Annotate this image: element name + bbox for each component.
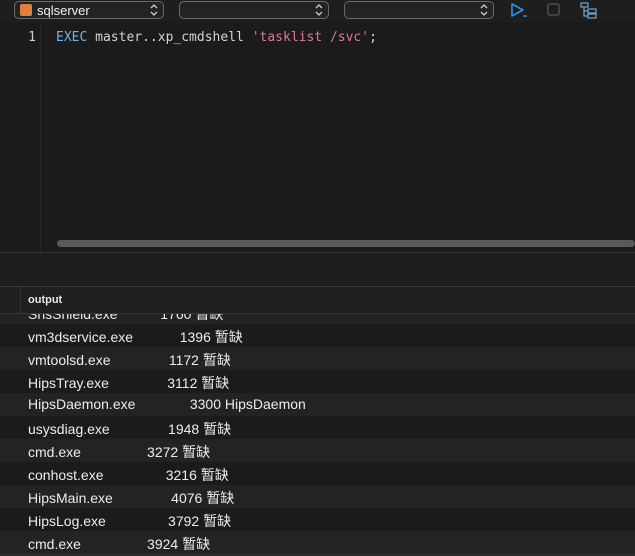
sql-terminator: ; bbox=[369, 30, 377, 45]
results-rows: SnsShield.exe 1760 暂缺 vm3dservice.exe 139… bbox=[0, 314, 635, 554]
output-cell: HipsLog.exe 3792 暂缺 bbox=[28, 513, 232, 529]
output-cell: vm3dservice.exe 1396 暂缺 bbox=[28, 329, 243, 345]
output-cell: conhost.exe 3216 暂缺 bbox=[28, 467, 229, 483]
table-row[interactable]: usysdiag.exe 1948 暂缺 bbox=[0, 416, 635, 439]
table-row[interactable]: HipsDaemon.exe 3300 HipsDaemon bbox=[0, 393, 635, 416]
line-number: 1 bbox=[28, 30, 36, 45]
chevron-updown-icon bbox=[150, 4, 158, 16]
stop-icon[interactable] bbox=[544, 1, 564, 19]
line-gutter: 1 bbox=[0, 22, 41, 252]
table-row[interactable]: vm3dservice.exe 1396 暂缺 bbox=[0, 324, 635, 347]
horizontal-scrollbar[interactable] bbox=[57, 240, 635, 247]
output-cell: HipsMain.exe 4076 暂缺 bbox=[28, 490, 235, 506]
table-row[interactable]: conhost.exe 3216 暂缺 bbox=[0, 462, 635, 485]
toolbar: sqlserver bbox=[0, 0, 635, 22]
output-cell: vmtoolsd.exe 1172 暂缺 bbox=[28, 352, 231, 368]
output-cell: cmd.exe 3924 暂缺 bbox=[28, 536, 211, 552]
run-icon[interactable] bbox=[508, 1, 528, 19]
sql-keyword: EXEC bbox=[56, 30, 88, 45]
sql-editor[interactable]: 1 EXEC master..xp_cmdshell 'tasklist /sv… bbox=[0, 22, 635, 252]
table-row[interactable]: HipsLog.exe 3792 暂缺 bbox=[0, 508, 635, 531]
sql-console-window: sqlserver 1 EXEC master..xp_cmdshell 'ta… bbox=[0, 0, 635, 556]
table-row[interactable]: HipsMain.exe 4076 暂缺 bbox=[0, 485, 635, 508]
results-grid[interactable]: SnsShield.exe 1760 暂缺 vm3dservice.exe 139… bbox=[0, 314, 635, 556]
schema-select[interactable] bbox=[179, 1, 329, 19]
table-row[interactable]: cmd.exe 3272 暂缺 bbox=[0, 439, 635, 462]
datasource-label: sqlserver bbox=[37, 3, 90, 18]
sql-string-literal: 'tasklist /svc' bbox=[251, 30, 370, 45]
column-divider bbox=[20, 287, 21, 315]
code-line[interactable]: EXEC master..xp_cmdshell 'tasklist /svc'… bbox=[56, 30, 377, 45]
output-cell: usysdiag.exe 1948 暂缺 bbox=[28, 421, 232, 437]
output-cell: SnsShield.exe 1760 暂缺 bbox=[28, 314, 224, 322]
output-cell: HipsDaemon.exe 3300 HipsDaemon bbox=[28, 396, 306, 412]
chevron-updown-icon bbox=[315, 4, 323, 16]
database-select[interactable] bbox=[344, 1, 494, 19]
table-row[interactable]: vmtoolsd.exe 1172 暂缺 bbox=[0, 347, 635, 370]
output-cell: cmd.exe 3272 暂缺 bbox=[28, 444, 211, 460]
datasource-select[interactable]: sqlserver bbox=[14, 1, 164, 19]
chevron-updown-icon bbox=[480, 4, 488, 16]
explain-plan-icon[interactable] bbox=[579, 1, 599, 19]
table-row[interactable]: HipsTray.exe 3112 暂缺 bbox=[0, 370, 635, 393]
database-icon bbox=[20, 4, 32, 16]
sql-statement: master..xp_cmdshell bbox=[87, 30, 252, 45]
results-header: output bbox=[0, 286, 635, 315]
output-cell: HipsTray.exe 3112 暂缺 bbox=[28, 375, 230, 391]
table-row[interactable]: cmd.exe 3924 暂缺 bbox=[0, 531, 635, 554]
table-row[interactable]: SnsShield.exe 1760 暂缺 bbox=[0, 314, 635, 324]
column-header-output[interactable]: output bbox=[28, 294, 62, 306]
results-toolbar-area bbox=[0, 253, 635, 286]
